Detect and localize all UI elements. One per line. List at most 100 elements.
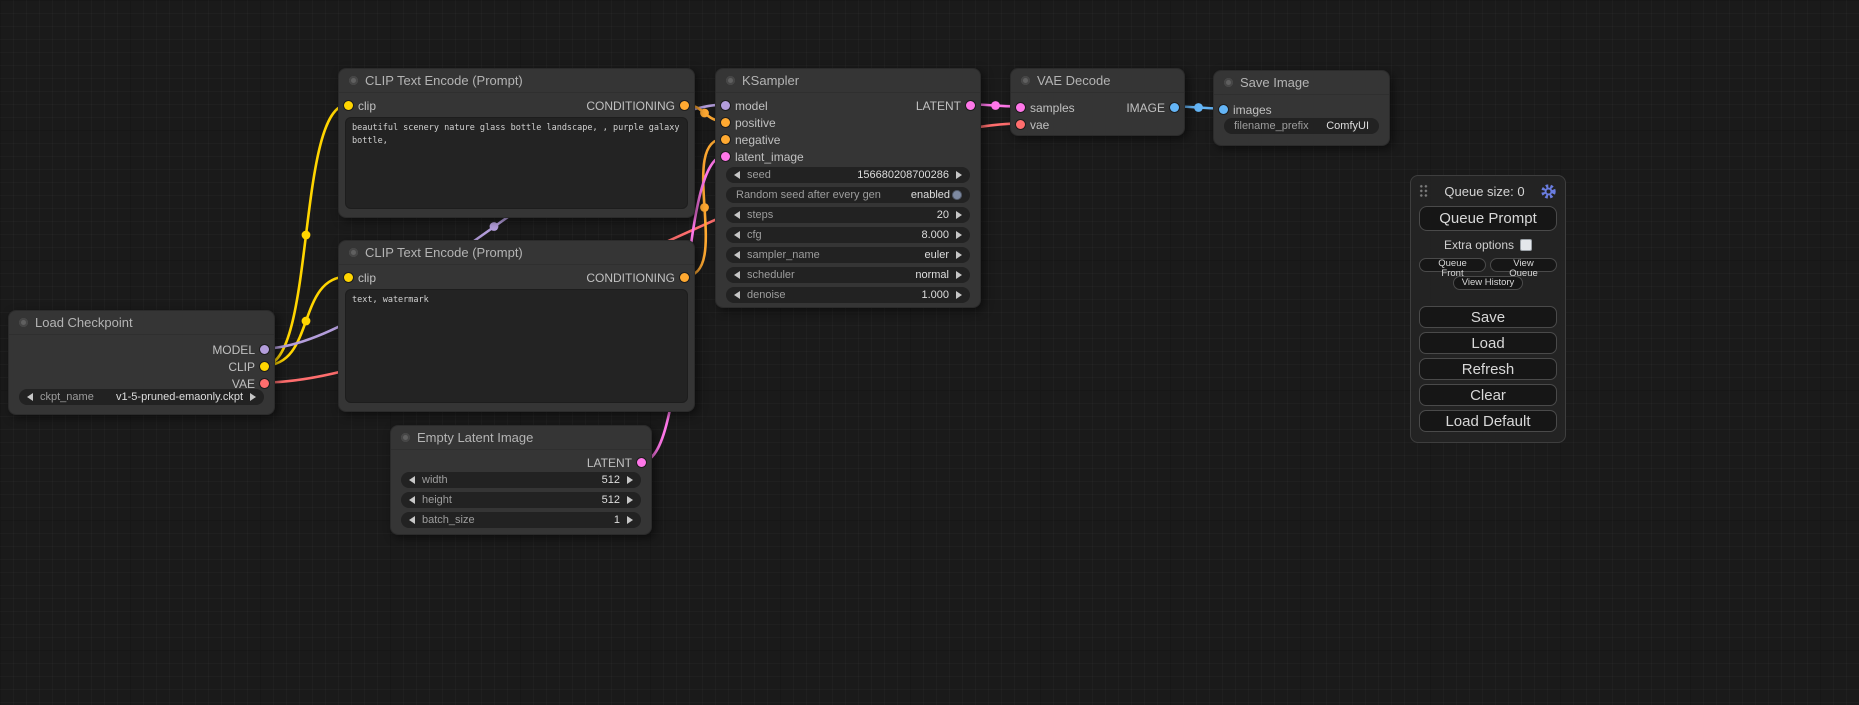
cfg-widget[interactable]: cfg 8.000 xyxy=(726,227,970,243)
sampler-name-widget[interactable]: sampler_name euler xyxy=(726,247,970,263)
increment-arrow-icon[interactable] xyxy=(627,476,633,484)
output-slot-clip[interactable]: CLIP xyxy=(228,358,269,375)
node-clip-text-encode-positive[interactable]: CLIP Text Encode (Prompt) clip CONDITION… xyxy=(338,68,695,218)
node-titlebar[interactable]: CLIP Text Encode (Prompt) xyxy=(339,69,694,93)
decrement-arrow-icon[interactable] xyxy=(734,291,740,299)
decrement-arrow-icon[interactable] xyxy=(734,251,740,259)
conditioning-slot-dot[interactable] xyxy=(680,101,689,110)
load-button[interactable]: Load xyxy=(1419,332,1557,354)
image-slot-dot[interactable] xyxy=(1170,103,1179,112)
input-slot-samples[interactable]: samples xyxy=(1016,99,1075,116)
decrement-arrow-icon[interactable] xyxy=(734,211,740,219)
input-slot-clip[interactable]: clip xyxy=(344,269,376,286)
increment-arrow-icon[interactable] xyxy=(627,516,633,524)
image-slot-dot[interactable] xyxy=(1219,105,1228,114)
settings-gear-icon[interactable] xyxy=(1540,183,1557,200)
node-titlebar[interactable]: Empty Latent Image xyxy=(391,426,651,450)
node-empty-latent-image[interactable]: Empty Latent Image LATENT width 512 heig… xyxy=(390,425,652,535)
vae-slot-dot[interactable] xyxy=(260,379,269,388)
input-slot-clip[interactable]: clip xyxy=(344,97,376,114)
conditioning-slot-dot[interactable] xyxy=(721,118,730,127)
queue-front-button[interactable]: Queue Front xyxy=(1419,258,1486,272)
widget-name: steps xyxy=(747,209,773,221)
vae-slot-dot[interactable] xyxy=(1016,120,1025,129)
node-load-checkpoint[interactable]: Load Checkpoint MODEL CLIP VAE ckpt_name… xyxy=(8,310,275,415)
clip-slot-dot[interactable] xyxy=(344,101,353,110)
increment-arrow-icon[interactable] xyxy=(956,171,962,179)
slot-label: LATENT xyxy=(916,99,961,113)
input-slot-positive[interactable]: positive xyxy=(721,114,776,131)
latent-slot-dot[interactable] xyxy=(1016,103,1025,112)
view-queue-button[interactable]: View Queue xyxy=(1490,258,1557,272)
extra-options-checkbox[interactable] xyxy=(1520,239,1532,251)
increment-arrow-icon[interactable] xyxy=(956,211,962,219)
wire-midpoint-dot xyxy=(490,222,499,231)
increment-arrow-icon[interactable] xyxy=(627,496,633,504)
increment-arrow-icon[interactable] xyxy=(956,271,962,279)
model-slot-dot[interactable] xyxy=(260,345,269,354)
increment-arrow-icon[interactable] xyxy=(250,393,256,401)
output-slot-conditioning[interactable]: CONDITIONING xyxy=(586,269,689,286)
node-titlebar[interactable]: KSampler xyxy=(716,69,980,93)
positive-prompt-textarea[interactable]: beautiful scenery nature glass bottle la… xyxy=(345,117,688,209)
clip-slot-dot[interactable] xyxy=(344,273,353,282)
increment-arrow-icon[interactable] xyxy=(956,251,962,259)
output-slot-latent[interactable]: LATENT xyxy=(916,97,975,114)
seed-widget[interactable]: seed 156680208700286 xyxy=(726,167,970,183)
conditioning-slot-dot[interactable] xyxy=(680,273,689,282)
decrement-arrow-icon[interactable] xyxy=(734,271,740,279)
random-seed-toggle-widget[interactable]: Random seed after every gen enabled xyxy=(726,187,970,203)
node-status-dot xyxy=(1224,78,1233,87)
node-canvas[interactable]: Load Checkpoint MODEL CLIP VAE ckpt_name… xyxy=(0,0,1859,705)
scheduler-widget[interactable]: scheduler normal xyxy=(726,267,970,283)
decrement-arrow-icon[interactable] xyxy=(27,393,33,401)
load-default-button[interactable]: Load Default xyxy=(1419,410,1557,432)
node-titlebar[interactable]: VAE Decode xyxy=(1011,69,1184,93)
decrement-arrow-icon[interactable] xyxy=(734,231,740,239)
steps-widget[interactable]: steps 20 xyxy=(726,207,970,223)
input-slot-vae[interactable]: vae xyxy=(1016,116,1049,133)
batch-size-widget[interactable]: batch_size 1 xyxy=(401,512,641,528)
refresh-button[interactable]: Refresh xyxy=(1419,358,1557,380)
decrement-arrow-icon[interactable] xyxy=(409,476,415,484)
conditioning-slot-dot[interactable] xyxy=(721,135,730,144)
output-slot-latent[interactable]: LATENT xyxy=(587,454,646,471)
output-slot-model[interactable]: MODEL xyxy=(212,341,269,358)
node-vae-decode[interactable]: VAE Decode samples vae IMAGE xyxy=(1010,68,1185,136)
node-titlebar[interactable]: Save Image xyxy=(1214,71,1389,95)
toggle-knob-icon[interactable] xyxy=(952,190,962,200)
node-titlebar[interactable]: Load Checkpoint xyxy=(9,311,274,335)
decrement-arrow-icon[interactable] xyxy=(734,171,740,179)
input-slot-model[interactable]: model xyxy=(721,97,768,114)
output-slot-image[interactable]: IMAGE xyxy=(1126,99,1179,116)
decrement-arrow-icon[interactable] xyxy=(409,516,415,524)
queue-prompt-button[interactable]: Queue Prompt xyxy=(1419,206,1557,231)
height-widget[interactable]: height 512 xyxy=(401,492,641,508)
decrement-arrow-icon[interactable] xyxy=(409,496,415,504)
ckpt-name-widget[interactable]: ckpt_name v1-5-pruned-emaonly.ckpt xyxy=(19,389,264,405)
latent-slot-dot[interactable] xyxy=(637,458,646,467)
latent-slot-dot[interactable] xyxy=(966,101,975,110)
increment-arrow-icon[interactable] xyxy=(956,291,962,299)
slot-label: vae xyxy=(1030,118,1049,132)
input-slot-images[interactable]: images xyxy=(1219,101,1272,118)
save-button[interactable]: Save xyxy=(1419,306,1557,328)
denoise-widget[interactable]: denoise 1.000 xyxy=(726,287,970,303)
clip-slot-dot[interactable] xyxy=(260,362,269,371)
clear-button[interactable]: Clear xyxy=(1419,384,1557,406)
drag-handle-icon[interactable] xyxy=(1419,184,1429,198)
model-slot-dot[interactable] xyxy=(721,101,730,110)
node-titlebar[interactable]: CLIP Text Encode (Prompt) xyxy=(339,241,694,265)
input-slot-latent-image[interactable]: latent_image xyxy=(721,148,804,165)
latent-slot-dot[interactable] xyxy=(721,152,730,161)
increment-arrow-icon[interactable] xyxy=(956,231,962,239)
node-save-image[interactable]: Save Image images filename_prefix ComfyU… xyxy=(1213,70,1390,146)
node-clip-text-encode-negative[interactable]: CLIP Text Encode (Prompt) clip CONDITION… xyxy=(338,240,695,412)
width-widget[interactable]: width 512 xyxy=(401,472,641,488)
output-slot-conditioning[interactable]: CONDITIONING xyxy=(586,97,689,114)
view-history-button[interactable]: View History xyxy=(1453,276,1524,290)
filename-prefix-widget[interactable]: filename_prefix ComfyUI xyxy=(1224,118,1379,134)
negative-prompt-textarea[interactable]: text, watermark xyxy=(345,289,688,403)
input-slot-negative[interactable]: negative xyxy=(721,131,780,148)
node-ksampler[interactable]: KSampler model positive negative latent_… xyxy=(715,68,981,308)
